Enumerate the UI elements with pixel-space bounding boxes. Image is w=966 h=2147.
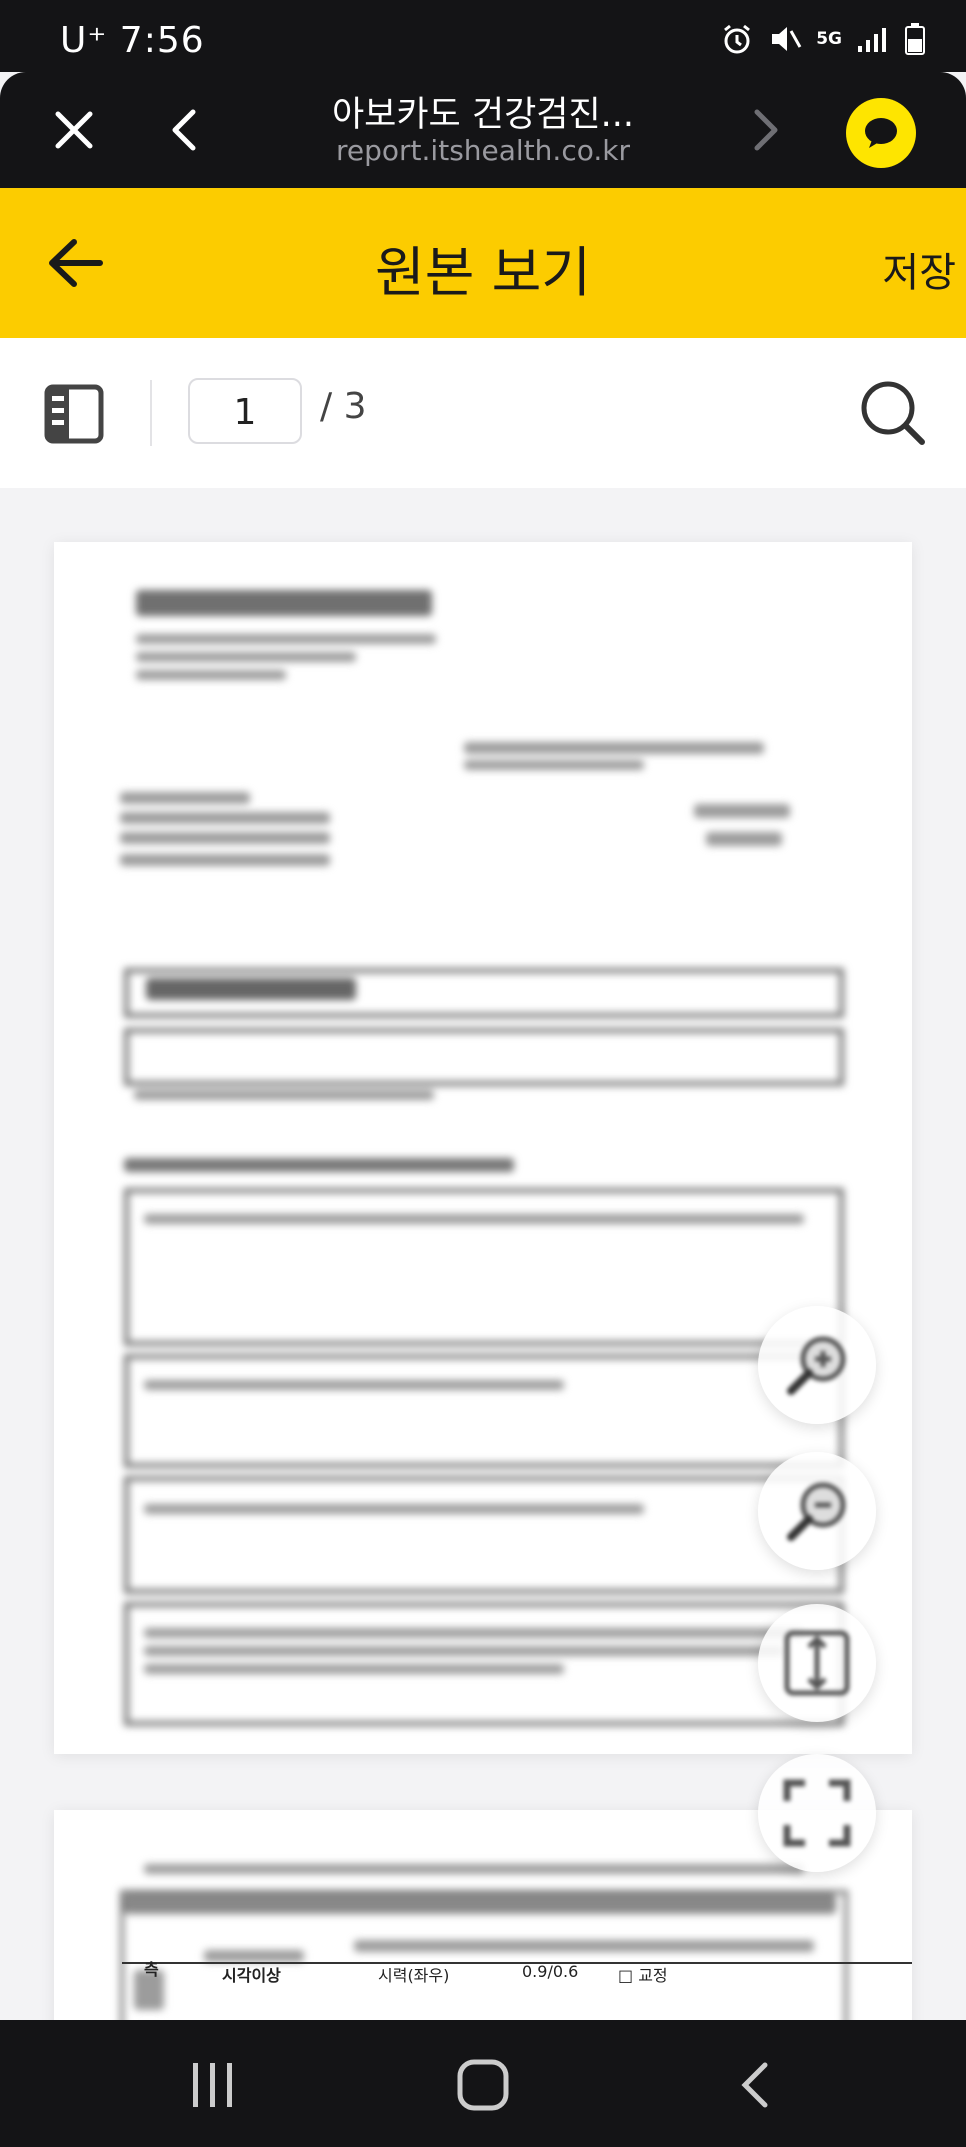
- page-number-input[interactable]: 1: [188, 378, 302, 444]
- kakao-chat-button[interactable]: [846, 98, 916, 168]
- page2-row-col4: □ 교정: [618, 1966, 668, 1985]
- page-total-label: / 3: [320, 386, 367, 427]
- page2-visible-row: 측 시각이상 시력(좌우) 0.9/0.6 □ 교정: [122, 1960, 912, 2004]
- status-bar: U⁺ 7:56 5G: [0, 0, 966, 72]
- page2-side-label: 측: [144, 1960, 159, 1979]
- alarm-icon: [724, 24, 751, 54]
- recent-apps-button[interactable]: [178, 2050, 248, 2120]
- pdf-page-1: [54, 542, 912, 1754]
- status-icons: 5G: [720, 22, 926, 56]
- fit-page-icon: [784, 1630, 850, 1696]
- app-header: 원본 보기 저장: [0, 188, 966, 338]
- chevron-left-icon: [172, 109, 196, 151]
- thumbnail-panel-icon: [44, 384, 104, 444]
- zoom-out-button[interactable]: [758, 1452, 876, 1570]
- save-button[interactable]: 저장: [882, 240, 956, 298]
- status-carrier-time: U⁺ 7:56: [60, 20, 205, 61]
- browser-forward-button[interactable]: [738, 102, 794, 158]
- page-title: 원본 보기: [375, 241, 591, 304]
- signal-icon: [858, 28, 886, 52]
- home-icon: [457, 2059, 509, 2111]
- battery-icon: [905, 23, 925, 55]
- network-type-label: 5G: [816, 29, 842, 49]
- page2-row-col2: 시력(좌우): [378, 1966, 450, 1985]
- fullscreen-button[interactable]: [758, 1754, 876, 1872]
- back-nav-icon: [741, 2062, 768, 2108]
- chat-bubble-icon: [865, 118, 897, 148]
- close-icon: [55, 111, 93, 149]
- fit-page-button[interactable]: [758, 1604, 876, 1722]
- zoom-in-button[interactable]: [758, 1306, 876, 1424]
- chevron-right-icon: [754, 109, 778, 151]
- zoom-out-icon: [787, 1482, 846, 1541]
- search-icon: [861, 381, 925, 445]
- close-button[interactable]: [46, 102, 102, 158]
- page2-row-col3: 0.9/0.6: [522, 1962, 579, 1981]
- blurred-page-content: [54, 542, 912, 1754]
- thumbnail-toggle-button[interactable]: [44, 384, 104, 444]
- fullscreen-icon: [783, 1779, 851, 1847]
- search-button[interactable]: [858, 378, 926, 446]
- browser-page-title: 아보카도 건강검진...: [331, 95, 635, 135]
- mute-icon: [772, 27, 802, 51]
- in-app-browser-bar: 아보카도 건강검진... report.itshealth.co.kr: [0, 72, 966, 188]
- zoom-in-icon: [787, 1336, 846, 1395]
- recent-apps-icon: [193, 2063, 232, 2107]
- system-back-button[interactable]: [720, 2050, 790, 2120]
- browser-back-button[interactable]: [156, 102, 212, 158]
- toolbar-divider: [150, 380, 152, 446]
- browser-url: report.itshealth.co.kr: [336, 134, 630, 167]
- pdf-toolbar: 1 / 3: [0, 338, 966, 488]
- pdf-document-area[interactable]: 측 시각이상 시력(좌우) 0.9/0.6 □ 교정: [0, 488, 966, 2020]
- home-button[interactable]: [448, 2050, 518, 2120]
- system-navigation-bar: [0, 2020, 966, 2147]
- page2-row-label: 시각이상: [222, 1966, 281, 1985]
